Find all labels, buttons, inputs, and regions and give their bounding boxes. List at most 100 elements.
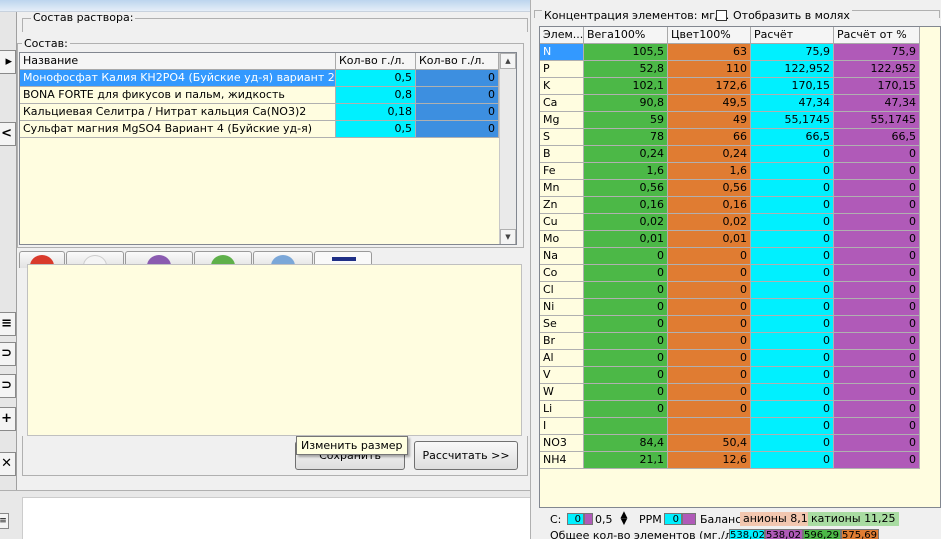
cell-calc-pct[interactable]: 0: [834, 401, 920, 418]
cell-qty[interactable]: 0,8: [336, 87, 416, 104]
cell-element[interactable]: Ni: [540, 299, 584, 316]
cell-calc[interactable]: 0: [751, 350, 834, 367]
toolbar-button-2[interactable]: ⊃: [0, 342, 16, 366]
table-row[interactable]: Cl 0 0 0 0: [540, 282, 920, 299]
table-row[interactable]: Al 0 0 0 0: [540, 350, 920, 367]
scroll-up-icon[interactable]: ▲: [500, 53, 516, 69]
cell-calc-pct[interactable]: 0: [834, 265, 920, 282]
composition-table[interactable]: Название Кол-во г./л. Кол-во г./л. ▲ ▼ М…: [19, 52, 517, 245]
cell-element[interactable]: Cu: [540, 214, 584, 231]
cell-element[interactable]: K: [540, 78, 584, 95]
cell-vega[interactable]: 0,02: [584, 214, 668, 231]
cell-qty[interactable]: 0,18: [336, 104, 416, 121]
close-icon[interactable]: ✕: [0, 452, 16, 476]
cell-element[interactable]: Br: [540, 333, 584, 350]
table-row[interactable]: Ni 0 0 0 0: [540, 299, 920, 316]
table-row[interactable]: B 0,24 0,24 0 0: [540, 146, 920, 163]
calculate-button[interactable]: Рассчитать >>: [414, 441, 518, 470]
column-header-qty2[interactable]: Кол-во г./л.: [416, 53, 499, 70]
table-row[interactable]: Mo 0,01 0,01 0 0: [540, 231, 920, 248]
cell-tsvet[interactable]: 172,6: [668, 78, 751, 95]
cell-vega[interactable]: 84,4: [584, 435, 668, 452]
cell-calc[interactable]: 0: [751, 299, 834, 316]
cell-vega[interactable]: 0,24: [584, 146, 668, 163]
spinner-icon[interactable]: ▲ ▼: [618, 511, 630, 527]
cell-calc-pct[interactable]: 75,9: [834, 44, 920, 61]
cell-element[interactable]: I: [540, 418, 584, 435]
table-row[interactable]: Na 0 0 0 0: [540, 248, 920, 265]
cell-tsvet[interactable]: 0,24: [668, 146, 751, 163]
cell-tsvet[interactable]: 63: [668, 44, 751, 61]
table-row[interactable]: Fe 1,6 1,6 0 0: [540, 163, 920, 180]
table-row[interactable]: BONA FORTE для фикусов и пальм, жидкость…: [20, 87, 499, 104]
toolbar-button-4[interactable]: +: [0, 407, 16, 431]
cell-calc[interactable]: 0: [751, 146, 834, 163]
cell-tsvet[interactable]: 0,16: [668, 197, 751, 214]
cell-vega[interactable]: 0,56: [584, 180, 668, 197]
cell-tsvet[interactable]: 0: [668, 384, 751, 401]
cell-calc[interactable]: 0: [751, 367, 834, 384]
table-row[interactable]: I 00: [540, 418, 920, 435]
cell-element[interactable]: NO3: [540, 435, 584, 452]
table-row[interactable]: Кальциевая Селитра / Нитрат кальция Ca(N…: [20, 104, 499, 121]
cell-qty[interactable]: 0,5: [336, 121, 416, 138]
cell-vega[interactable]: 0,01: [584, 231, 668, 248]
cell-qty2[interactable]: 0: [416, 104, 499, 121]
cell-calc[interactable]: 0: [751, 265, 834, 282]
table-row[interactable]: V0000: [540, 367, 920, 384]
cell-tsvet[interactable]: 0: [668, 367, 751, 384]
cell-element[interactable]: P: [540, 61, 584, 78]
arrow-left-icon[interactable]: <: [0, 122, 16, 146]
cell-element[interactable]: Mo: [540, 231, 584, 248]
cell-tsvet[interactable]: 0: [668, 282, 751, 299]
cell-vega[interactable]: 0: [584, 350, 668, 367]
cell-vega[interactable]: 0: [584, 401, 668, 418]
cell-vega[interactable]: 102,1: [584, 78, 668, 95]
cell-vega[interactable]: [584, 418, 668, 435]
composition-scrollbar[interactable]: ▲ ▼: [499, 53, 516, 244]
cell-tsvet[interactable]: 49: [668, 112, 751, 129]
cell-calc-pct[interactable]: 0: [834, 214, 920, 231]
cell-element[interactable]: Al: [540, 350, 584, 367]
cell-calc[interactable]: 0: [751, 401, 834, 418]
cell-calc[interactable]: 47,34: [751, 95, 834, 112]
cell-calc-pct[interactable]: 122,952: [834, 61, 920, 78]
cell-element[interactable]: Ca: [540, 95, 584, 112]
table-row[interactable]: Se 0 0 0 0: [540, 316, 920, 333]
table-row[interactable]: N 105,5 63 75,9 75,9: [540, 44, 920, 61]
cell-vega[interactable]: 52,8: [584, 61, 668, 78]
cell-calc-pct[interactable]: 66,5: [834, 129, 920, 146]
cell-element[interactable]: NH4: [540, 452, 584, 469]
cell-element[interactable]: V: [540, 367, 584, 384]
cell-tsvet[interactable]: 110: [668, 61, 751, 78]
cell-tsvet[interactable]: 0: [668, 248, 751, 265]
cell-calc-pct[interactable]: 0: [834, 248, 920, 265]
arrow-right-icon[interactable]: ▸: [0, 50, 16, 74]
cell-element[interactable]: B: [540, 146, 584, 163]
scroll-down-icon[interactable]: ▼: [500, 229, 516, 244]
cell-calc-pct[interactable]: 0: [834, 299, 920, 316]
table-row[interactable]: P 52,8 110 122,952 122,952: [540, 61, 920, 78]
table-row[interactable]: Li 0 0 0 0: [540, 401, 920, 418]
table-row[interactable]: Mg 59 49 55,1745 55,1745: [540, 112, 920, 129]
cell-name[interactable]: Монофосфат Калия KH2PO4 (Буйские уд-я) в…: [20, 70, 336, 87]
cell-tsvet[interactable]: 0,02: [668, 214, 751, 231]
cell-tsvet[interactable]: 0: [668, 350, 751, 367]
concentration-table[interactable]: Элем... Вега100% Цвет100% Расчёт Расчёт …: [539, 26, 941, 508]
table-row[interactable]: Co 0 0 0 0: [540, 265, 920, 282]
cell-calc[interactable]: 0: [751, 163, 834, 180]
table-row[interactable]: Монофосфат Калия KH2PO4 (Буйские уд-я) в…: [20, 70, 499, 87]
cell-calc-pct[interactable]: 0: [834, 180, 920, 197]
cell-vega[interactable]: 105,5: [584, 44, 668, 61]
cell-calc[interactable]: 0: [751, 418, 834, 435]
cell-calc-pct[interactable]: 0: [834, 367, 920, 384]
cell-vega[interactable]: 90,8: [584, 95, 668, 112]
table-row[interactable]: Сульфат магния MgSO4 Вариант 4 (Буйские …: [20, 121, 499, 138]
cell-calc[interactable]: 0: [751, 316, 834, 333]
cell-calc[interactable]: 55,1745: [751, 112, 834, 129]
cell-calc-pct[interactable]: 0: [834, 350, 920, 367]
column-header-vega[interactable]: Вега100%: [584, 27, 668, 44]
column-header-calc[interactable]: Расчёт: [751, 27, 834, 44]
cell-calc-pct[interactable]: 0: [834, 316, 920, 333]
cell-vega[interactable]: 0: [584, 282, 668, 299]
